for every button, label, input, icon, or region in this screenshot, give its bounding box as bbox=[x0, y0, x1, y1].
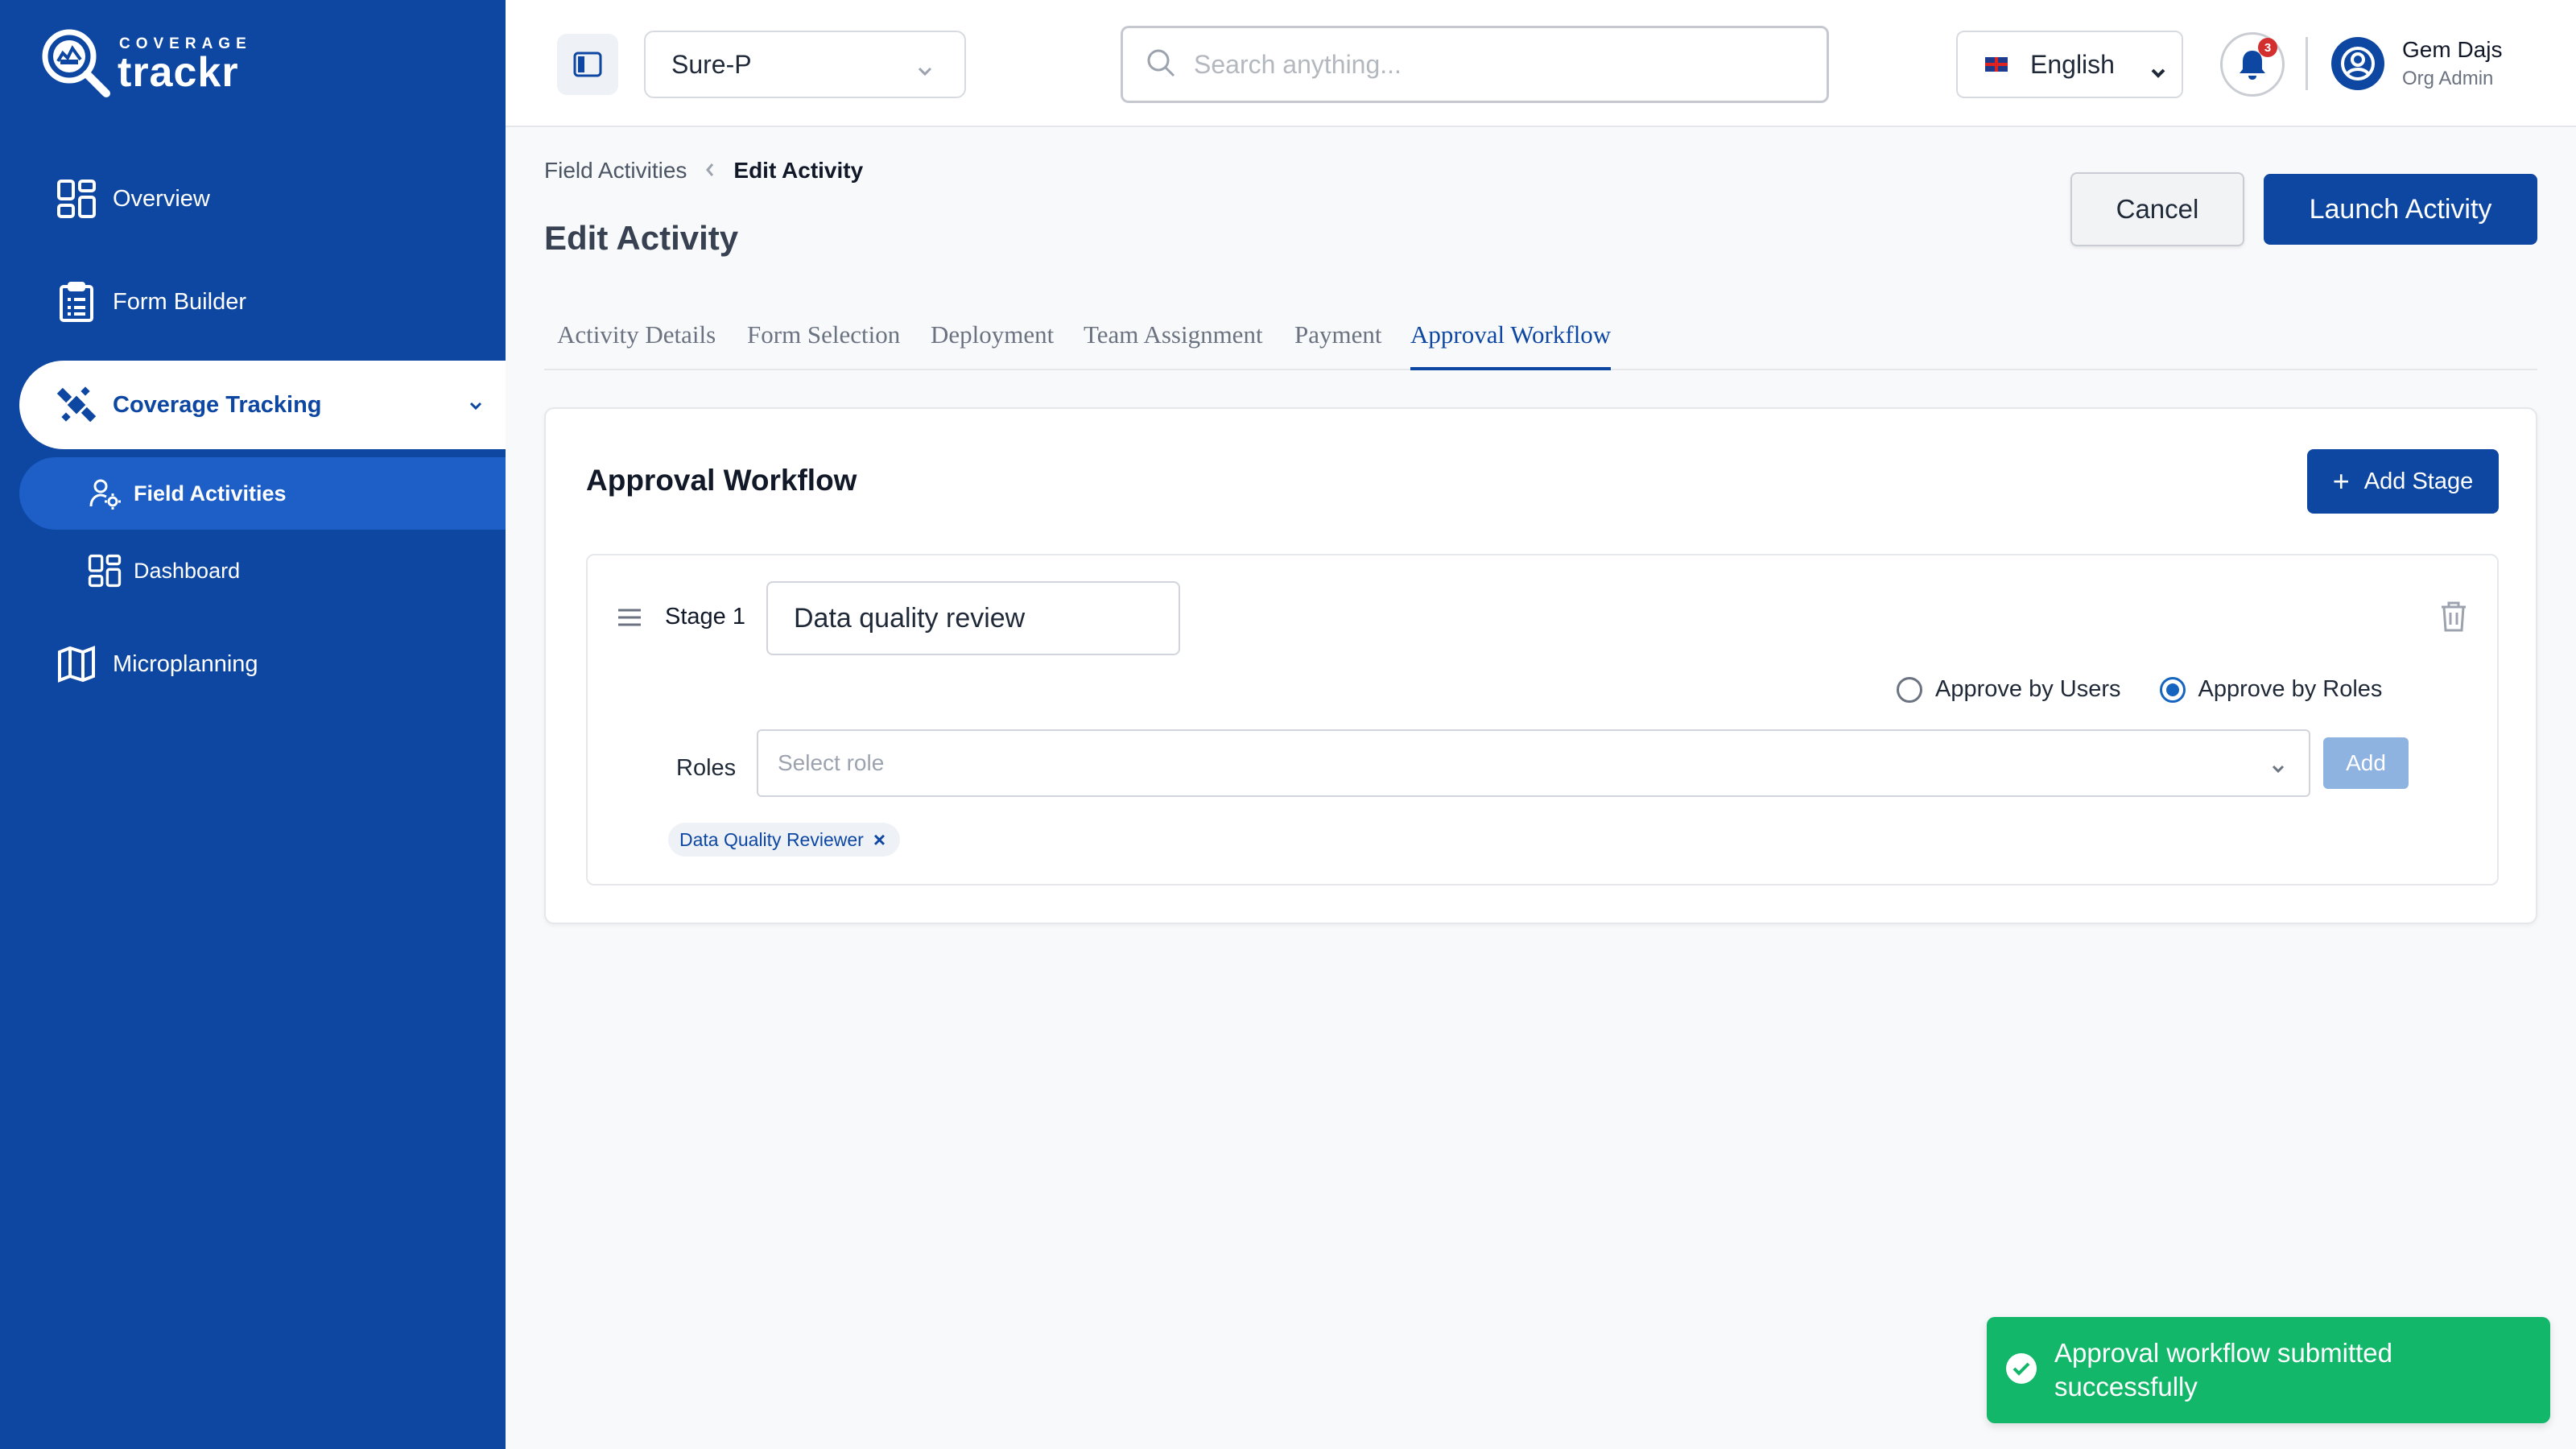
brand-name: trackr bbox=[118, 49, 239, 96]
sidebar-item-label: Field Activities bbox=[134, 481, 287, 506]
organization-select[interactable]: Sure-P bbox=[644, 31, 966, 98]
approve-by-users-radio[interactable] bbox=[1897, 676, 1922, 703]
approval-type-radio-group: Approve by Users Approve by Roles bbox=[1897, 676, 2382, 703]
tab-form-selection[interactable]: Form Selection bbox=[747, 320, 900, 370]
search-icon bbox=[1146, 47, 1176, 82]
breadcrumb-parent-link[interactable]: Field Activities bbox=[544, 158, 687, 184]
plus-icon: + bbox=[2332, 464, 2350, 497]
top-header: Sure-P English 3 Gem Dajs Org Admin bbox=[506, 0, 2576, 127]
chevron-down-icon bbox=[469, 391, 483, 418]
sidebar-panel-icon bbox=[573, 52, 602, 77]
check-circle-icon bbox=[2004, 1352, 2038, 1389]
add-stage-button[interactable]: + Add Stage bbox=[2307, 449, 2499, 514]
launch-activity-button[interactable]: Launch Activity bbox=[2264, 174, 2537, 245]
approve-by-roles-label[interactable]: Approve by Roles bbox=[2198, 676, 2383, 703]
tab-deployment[interactable]: Deployment bbox=[931, 320, 1054, 370]
close-icon[interactable]: × bbox=[873, 828, 886, 852]
global-search bbox=[1121, 26, 1829, 103]
sidebar-item-label: Form Builder bbox=[113, 288, 246, 315]
sidebar-item-overview[interactable]: Overview bbox=[19, 155, 506, 243]
role-chip: Data Quality Reviewer × bbox=[668, 823, 900, 857]
grid-icon bbox=[55, 177, 98, 221]
activity-tabs: Activity Details Form Selection Deployme… bbox=[544, 309, 2537, 370]
search-input[interactable] bbox=[1194, 49, 1806, 80]
success-toast[interactable]: Approval workflow submitted successfully bbox=[1987, 1317, 2550, 1423]
grid-icon bbox=[87, 553, 122, 588]
sidebar-item-dashboard[interactable]: Dashboard bbox=[19, 535, 506, 607]
cancel-button[interactable]: Cancel bbox=[2070, 172, 2244, 246]
breadcrumb-current: Edit Activity bbox=[733, 158, 864, 183]
sidebar-item-label: Coverage Tracking bbox=[113, 391, 322, 418]
user-role: Org Admin bbox=[2402, 68, 2494, 89]
language-select[interactable]: English bbox=[1956, 31, 2183, 98]
user-circle-icon bbox=[2341, 47, 2375, 80]
trash-icon[interactable] bbox=[2439, 601, 2468, 637]
stage-card: Stage 1 Approve by Users Approve by Role… bbox=[586, 554, 2499, 886]
tab-team-assignment[interactable]: Team Assignment bbox=[1084, 320, 1263, 370]
toast-message: Approval workflow submitted successfully bbox=[2054, 1338, 2393, 1402]
notification-count-badge: 3 bbox=[2258, 38, 2277, 57]
roles-select-placeholder: Select role bbox=[778, 750, 885, 775]
avatar[interactable] bbox=[2331, 37, 2384, 90]
header-divider bbox=[2306, 37, 2308, 90]
sidebar-item-field-activities[interactable]: Field Activities bbox=[19, 457, 506, 530]
chevron-down-icon bbox=[916, 55, 934, 85]
chevron-left-icon bbox=[704, 158, 716, 184]
sidebar-item-microplanning[interactable]: Microplanning bbox=[19, 620, 506, 708]
clipboard-icon bbox=[55, 280, 98, 324]
user-name[interactable]: Gem Dajs bbox=[2402, 37, 2502, 63]
language-select-value: English bbox=[2030, 49, 2115, 79]
tab-approval-workflow[interactable]: Approval Workflow bbox=[1410, 320, 1612, 370]
drag-handle-icon[interactable] bbox=[617, 607, 642, 632]
organization-select-value: Sure-P bbox=[671, 49, 752, 79]
map-icon bbox=[55, 642, 98, 686]
tab-payment[interactable]: Payment bbox=[1294, 320, 1382, 370]
stage-name-input[interactable] bbox=[766, 581, 1180, 655]
approval-workflow-card: Approval Workflow + Add Stage Stage 1 Ap… bbox=[544, 407, 2537, 924]
breadcrumb: Field Activities Edit Activity bbox=[544, 158, 863, 184]
roles-label: Roles bbox=[676, 755, 737, 781]
role-chip-label: Data Quality Reviewer bbox=[679, 828, 864, 850]
sidebar-item-form-builder[interactable]: Form Builder bbox=[19, 258, 506, 346]
sidebar-item-label: Microplanning bbox=[113, 650, 258, 677]
chevron-down-icon bbox=[2149, 56, 2167, 86]
notifications-button[interactable]: 3 bbox=[2220, 32, 2285, 97]
tab-activity-details[interactable]: Activity Details bbox=[557, 320, 716, 370]
sidebar-toggle-button[interactable] bbox=[557, 34, 618, 95]
card-title: Approval Workflow bbox=[586, 464, 857, 497]
approve-by-users-label[interactable]: Approve by Users bbox=[1935, 676, 2121, 703]
page-title: Edit Activity bbox=[544, 219, 739, 257]
sidebar: COVERAGE trackr Overview Form Builder Co… bbox=[0, 0, 506, 1449]
magnifier-globe-icon bbox=[42, 29, 110, 97]
sidebar-item-label: Dashboard bbox=[134, 558, 241, 583]
brand-logo[interactable]: COVERAGE trackr bbox=[39, 26, 280, 100]
add-role-button[interactable]: Add bbox=[2323, 737, 2409, 789]
sidebar-item-label: Overview bbox=[113, 185, 210, 212]
add-stage-label: Add Stage bbox=[2363, 468, 2474, 494]
stage-label: Stage 1 bbox=[665, 604, 745, 630]
user-gear-icon bbox=[87, 476, 122, 511]
roles-select[interactable]: Select role bbox=[757, 729, 2310, 797]
chevron-down-icon bbox=[2270, 755, 2286, 781]
sidebar-item-coverage-tracking[interactable]: Coverage Tracking bbox=[19, 361, 506, 449]
uk-flag-icon bbox=[1985, 57, 2008, 72]
approve-by-roles-radio[interactable] bbox=[2159, 676, 2186, 703]
satellite-icon bbox=[55, 383, 98, 427]
